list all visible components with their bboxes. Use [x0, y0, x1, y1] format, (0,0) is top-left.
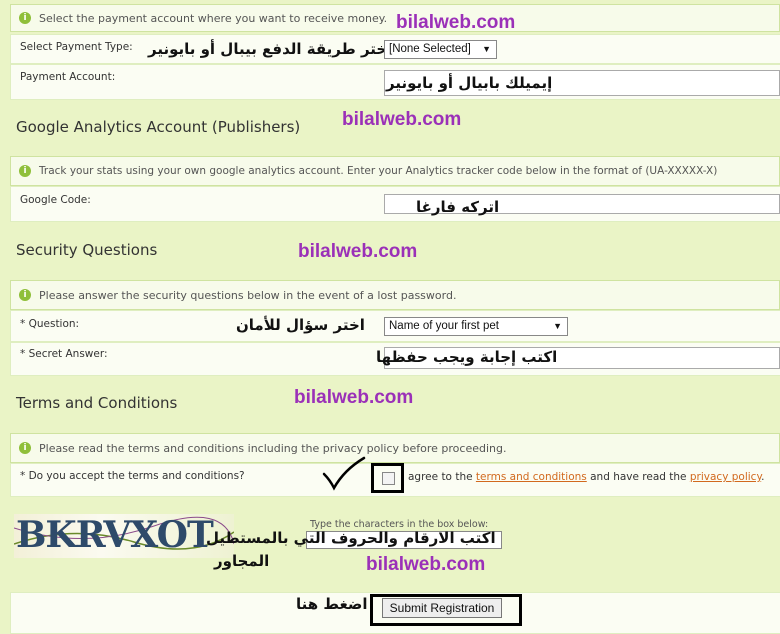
question-note: اختر سؤال للأمان [236, 316, 365, 334]
watermark: bilalweb.com [294, 387, 414, 408]
payment-info-bar: i Select the payment account where you w… [10, 4, 780, 32]
secret-answer-label: * Secret Answer: [20, 348, 108, 360]
watermark: bilalweb.com [366, 554, 486, 575]
payment-type-note: اختر طريقة الدفع بيبال أو بايونير [148, 40, 393, 58]
question-select[interactable]: Name of your first pet ▼ [384, 317, 568, 336]
analytics-info-text: Track your stats using your own google a… [39, 165, 718, 177]
submit-registration-button[interactable]: Submit Registration [382, 598, 502, 618]
info-icon: i [19, 289, 31, 301]
checkmark-drawn-icon [322, 456, 366, 491]
terms-accept-label: * Do you accept the terms and conditions… [20, 470, 245, 482]
secret-answer-note: اكتب إجابة ويجب حفظها [376, 348, 558, 366]
terms-link[interactable]: terms and conditions [476, 471, 587, 483]
agree-suffix: . [761, 471, 765, 483]
agree-prefix: agree to the [408, 471, 473, 483]
question-label: * Question: [20, 318, 80, 330]
payment-type-select[interactable]: [None Selected] ▼ [384, 40, 497, 59]
captcha-note-line2: المجاور [214, 552, 270, 570]
captcha-text: BKRVXOT [16, 514, 214, 556]
payment-account-label: Payment Account: [20, 71, 116, 83]
watermark: bilalweb.com [298, 241, 418, 262]
security-section-title: Security Questions [16, 241, 158, 259]
google-code-note: اتركه فارغا [416, 198, 500, 216]
chevron-down-icon: ▼ [553, 321, 562, 331]
info-icon: i [19, 165, 31, 177]
watermark: bilalweb.com [342, 109, 462, 130]
info-icon: i [19, 442, 31, 454]
analytics-section-title: Google Analytics Account (Publishers) [16, 118, 301, 136]
terms-info-bar: i Please read the terms and conditions i… [10, 433, 780, 463]
security-info-bar: i Please answer the security questions b… [10, 280, 780, 310]
captcha-note-line1: اكتب الارقام والحروف التي بالمستطيل [206, 529, 496, 547]
info-icon: i [19, 12, 31, 24]
terms-agree-text: agree to the terms and conditions and ha… [408, 471, 765, 483]
security-info-text: Please answer the security questions bel… [39, 289, 457, 302]
google-code-label: Google Code: [20, 194, 91, 206]
agree-middle: and have read the [590, 471, 687, 483]
terms-info-text: Please read the terms and conditions inc… [39, 442, 507, 455]
analytics-info-bar: i Track your stats using your own google… [10, 156, 780, 186]
payment-type-value: [None Selected] [389, 43, 471, 55]
terms-checkbox[interactable] [382, 472, 395, 485]
payment-info-text: Select the payment account where you wan… [39, 12, 388, 25]
submit-note: اضغط هنا [296, 595, 368, 613]
chevron-down-icon: ▼ [482, 44, 491, 54]
question-value: Name of your first pet [389, 320, 499, 332]
privacy-policy-link[interactable]: privacy policy [690, 471, 761, 483]
watermark: bilalweb.com [396, 12, 516, 33]
captcha-image: BKRVXOT [14, 514, 234, 558]
payment-account-note: إيميلك بابيال أو بايونير [386, 74, 553, 92]
terms-section-title: Terms and Conditions [16, 394, 178, 412]
payment-type-label: Select Payment Type: [20, 41, 133, 53]
